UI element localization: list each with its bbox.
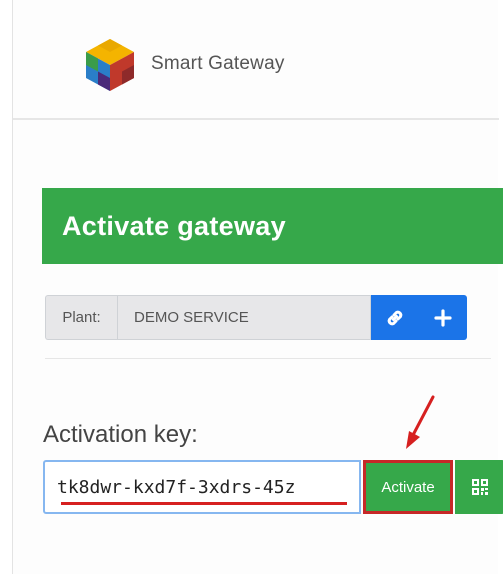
qr-code-icon — [472, 479, 488, 495]
activate-button[interactable]: Activate — [363, 460, 453, 514]
activate-gateway-heading: Activate gateway — [42, 188, 503, 264]
activation-key-value: tk8dwr-kxd7f-3xdrs-45z — [57, 476, 296, 498]
app-frame: Smart Gateway Activate gateway Plant: DE… — [12, 0, 503, 574]
activation-key-label: Activation key: — [43, 421, 198, 448]
app-header: Smart Gateway — [13, 0, 499, 120]
plus-icon — [434, 308, 452, 327]
annotation-arrow-icon — [406, 395, 435, 449]
activation-key-group: tk8dwr-kxd7f-3xdrs-45z Activate — [43, 460, 503, 514]
link-icon — [387, 310, 403, 325]
plant-label: Plant: — [45, 295, 117, 340]
activation-key-input[interactable]: tk8dwr-kxd7f-3xdrs-45z — [43, 460, 361, 514]
plant-value[interactable]: DEMO SERVICE — [117, 295, 371, 340]
scan-qr-button[interactable] — [455, 460, 503, 514]
panel-title: Activate gateway — [62, 210, 286, 241]
cube-logo-icon — [86, 39, 134, 91]
plant-selector: Plant: DEMO SERVICE — [45, 295, 467, 340]
link-plant-button[interactable] — [371, 295, 419, 340]
annotation-underline — [61, 502, 347, 505]
app-title: Smart Gateway — [151, 53, 285, 74]
add-plant-button[interactable] — [419, 295, 467, 340]
section-divider — [45, 358, 491, 359]
